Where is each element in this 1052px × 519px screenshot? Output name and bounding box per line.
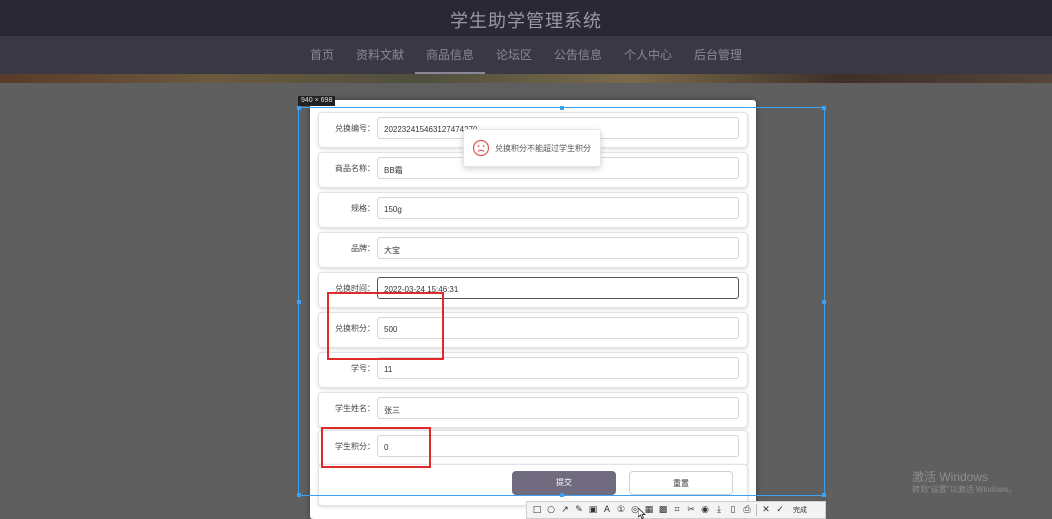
field-spec: 规格： 150g [318, 192, 748, 228]
toast-message: 兑换积分不能超过学生积分 [495, 144, 591, 153]
spec-input[interactable]: 150g [377, 197, 739, 219]
nav-item-profile[interactable]: 个人中心 [613, 36, 683, 74]
text-tool-icon[interactable]: A [600, 503, 614, 517]
field-label: 商品名称： [335, 164, 375, 173]
pen-tool-icon[interactable]: ✎ [572, 503, 586, 517]
highlight-box-exchange-points [327, 292, 444, 360]
close-icon[interactable]: ✕ [759, 503, 773, 517]
long-capture-icon[interactable]: ⌗ [670, 503, 684, 517]
reset-button[interactable]: 重置 [629, 471, 733, 495]
grid-tool-icon[interactable]: ▩ [656, 503, 670, 517]
nav-item-admin[interactable]: 后台管理 [683, 36, 753, 74]
number-tool-icon[interactable]: ① [614, 503, 628, 517]
highlight-box-student-points [321, 427, 431, 468]
submit-button[interactable]: 提交 [512, 471, 616, 495]
check-icon[interactable]: ✓ [773, 503, 787, 517]
form-actions: 提交 重置 [318, 464, 748, 506]
student-points-input[interactable]: 0 [377, 435, 739, 457]
pin-icon[interactable]: ▯ [726, 503, 740, 517]
field-student-name: 学生姓名： 张三 [318, 392, 748, 428]
bookmark-icon[interactable]: ⎙ [740, 503, 754, 517]
capture-size-label: 940 × 698 [298, 96, 336, 106]
field-label: 学号： [351, 364, 375, 373]
nav-item-home[interactable]: 首页 [299, 36, 345, 74]
capture-toolbar: □ ○ ↗ ✎ ▣ A ① ◎ ▦ ▩ ⌗ ✂ ◉ ⤓ ▯ ⎙ ✕ ✓ 完成 [526, 501, 826, 519]
rectangle-tool-icon[interactable]: □ [530, 503, 544, 517]
nav-item-documents[interactable]: 资料文献 [345, 36, 415, 74]
mouse-cursor-icon [638, 508, 646, 519]
banner-image [0, 74, 1052, 83]
cut-tool-icon[interactable]: ✂ [684, 503, 698, 517]
student-name-input[interactable]: 张三 [377, 397, 739, 419]
nav-item-announcements[interactable]: 公告信息 [543, 36, 613, 74]
top-header: 学生助学管理系统 [0, 0, 1052, 36]
field-label: 兑换编号： [335, 124, 375, 133]
sad-face-icon [472, 139, 490, 157]
main-nav: 首页 资料文献 商品信息 论坛区 公告信息 个人中心 后台管理 [0, 36, 1052, 74]
mosaic-tool-icon[interactable]: ▣ [586, 503, 600, 517]
nav-item-forum[interactable]: 论坛区 [485, 36, 543, 74]
nav-item-products[interactable]: 商品信息 [414, 36, 485, 74]
windows-activation-subtitle: 转到"设置"以激活 Windows。 [912, 485, 1017, 494]
field-brand: 品牌： 大宝 [318, 232, 748, 268]
windows-activation-title: 激活 Windows [912, 470, 989, 484]
brand-input[interactable]: 大宝 [377, 237, 739, 259]
done-button[interactable]: 完成 [787, 503, 813, 517]
download-icon[interactable]: ⤓ [712, 503, 726, 517]
student-id-input[interactable]: 11 [377, 357, 739, 379]
record-tool-icon[interactable]: ◉ [698, 503, 712, 517]
ellipse-tool-icon[interactable]: ○ [544, 503, 558, 517]
site-title: 学生助学管理系统 [450, 11, 602, 31]
arrow-tool-icon[interactable]: ↗ [558, 503, 572, 517]
field-label: 品牌： [351, 244, 375, 253]
field-label: 学生姓名： [335, 404, 375, 413]
toolbar-divider [756, 504, 757, 516]
field-label: 规格： [351, 204, 375, 213]
error-toast: 兑换积分不能超过学生积分 [463, 129, 601, 167]
